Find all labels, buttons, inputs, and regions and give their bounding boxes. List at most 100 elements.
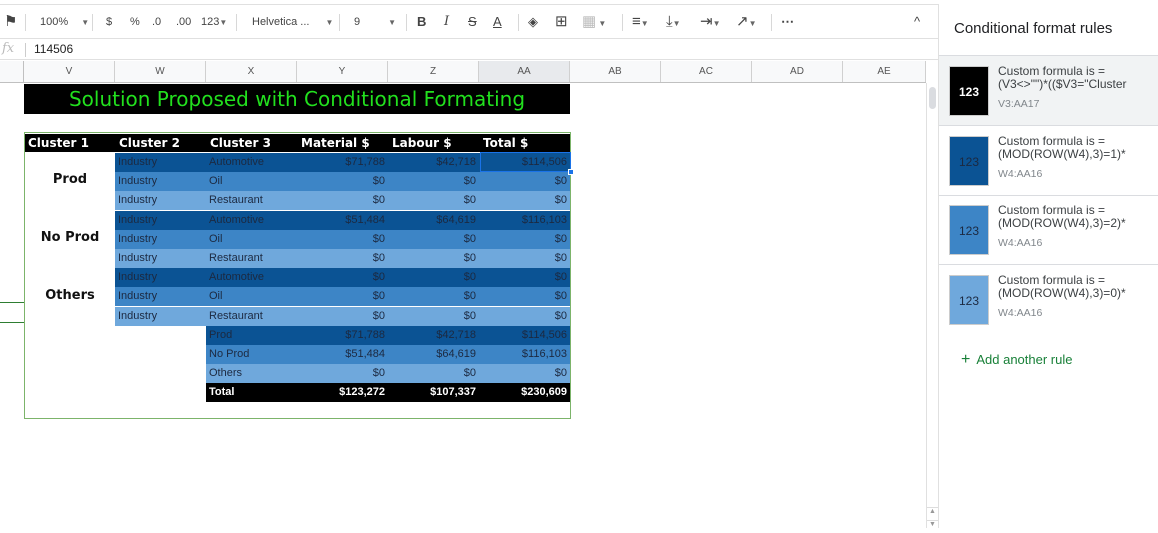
material-cell[interactable]: $71,788 [297,153,388,172]
cluster2-cell[interactable]: Industry [115,172,206,191]
grand-total-cell[interactable]: $230,609 [479,383,570,402]
material-cell[interactable]: $0 [297,191,388,210]
total-cell[interactable]: $0 [479,364,570,383]
cluster2-cell[interactable]: Industry [115,211,206,230]
vertical-scrollbar[interactable]: ▲ ▼ [926,83,938,528]
format-rule[interactable]: 123 Custom formula is = (V3<>"")*(($V3="C… [939,56,1158,125]
total-cell[interactable]: $114,506 [479,326,570,345]
column-header[interactable]: Z [388,61,479,82]
format-rule[interactable]: 123 Custom formula is = (MOD(ROW(W4),3)=1… [939,126,1158,195]
more-options-button[interactable]: ⋯ [781,5,794,39]
collapse-toolbar-button[interactable]: ^ [914,5,920,39]
material-cell[interactable]: $51,484 [297,211,388,230]
labour-cell[interactable]: $0 [388,287,479,306]
material-total-cell[interactable]: $123,272 [297,383,388,402]
strikethrough-button[interactable]: S [468,5,477,39]
paint-format-icon[interactable]: ⚑ [4,5,17,39]
total-cell[interactable]: $116,103 [479,345,570,364]
cluster3-cell[interactable]: Oil [206,230,297,249]
fill-color-icon[interactable]: ◈ [528,5,538,39]
column-header[interactable]: AD [752,61,843,82]
text-rotation-icon[interactable]: ↗▼ [736,5,757,39]
header-cell[interactable]: Cluster 1 [28,134,89,152]
labour-cell[interactable]: $0 [388,307,479,326]
borders-icon[interactable]: ⊞ [555,5,568,39]
cluster2-cell[interactable]: Industry [115,287,206,306]
selected-cell[interactable] [480,152,571,172]
labour-cell[interactable]: $0 [388,172,479,191]
italic-button[interactable]: I [444,5,449,39]
cluster3-cell[interactable]: Automotive [206,211,297,230]
material-cell[interactable]: $0 [297,287,388,306]
formula-input[interactable]: 114506 [34,42,73,56]
vertical-align-icon[interactable]: ⤓▼ [666,5,681,39]
labour-cell[interactable]: $0 [388,249,479,268]
cluster3-cell[interactable]: Oil [206,287,297,306]
cluster2-cell[interactable]: Industry [115,230,206,249]
font-select[interactable]: Helvetica ... ▼ [252,5,333,39]
cluster2-cell[interactable]: Industry [115,191,206,210]
summary-label-cell[interactable]: No Prod [206,345,297,364]
labour-cell[interactable]: $0 [388,191,479,210]
cluster3-cell[interactable]: Oil [206,172,297,191]
scroll-down-icon[interactable]: ▼ [927,520,938,533]
scrollbar-thumb[interactable] [929,87,936,109]
labour-cell[interactable]: $0 [388,364,479,383]
cluster3-cell[interactable]: Restaurant [206,191,297,210]
material-cell[interactable]: $0 [297,268,388,287]
labour-cell[interactable]: $64,619 [388,211,479,230]
format-rule[interactable]: 123 Custom formula is = (MOD(ROW(W4),3)=0… [939,265,1158,334]
horizontal-align-icon[interactable]: ≡▼ [632,5,649,39]
cluster2-cell[interactable]: Industry [115,307,206,326]
group-label[interactable]: Prod [25,172,115,187]
labour-cell[interactable]: $42,718 [388,153,479,172]
font-size-select[interactable]: 9 ▼ [354,5,396,39]
material-cell[interactable]: $0 [297,307,388,326]
bold-button[interactable]: B [417,5,426,39]
format-rule[interactable]: 123 Custom formula is = (MOD(ROW(W4),3)=2… [939,195,1158,264]
column-header[interactable]: Y [297,61,388,82]
total-cell[interactable]: $0 [479,172,570,191]
more-formats-button[interactable]: 123▼ [201,5,227,39]
summary-label-cell[interactable]: Prod [206,326,297,345]
labour-cell[interactable]: $0 [388,268,479,287]
summary-label-cell[interactable]: Others [206,364,297,383]
cluster2-cell[interactable]: Industry [115,249,206,268]
cluster3-cell[interactable]: Automotive [206,268,297,287]
cluster3-cell[interactable]: Automotive [206,153,297,172]
total-cell[interactable]: $0 [479,287,570,306]
add-rule-button[interactable]: + Add another rule [961,351,1072,369]
header-cell[interactable]: Total $ [483,134,528,152]
header-cell[interactable]: Cluster 3 [210,134,271,152]
zoom-select[interactable]: 100% ▼ [40,5,89,39]
labour-cell[interactable]: $0 [388,230,479,249]
labour-cell[interactable]: $42,718 [388,326,479,345]
total-cell[interactable]: $0 [479,191,570,210]
group-label[interactable]: No Prod [25,230,115,245]
cluster2-cell[interactable]: Industry [115,268,206,287]
text-color-button[interactable]: A [493,5,502,39]
material-cell[interactable]: $71,788 [297,326,388,345]
merge-cells-icon[interactable]: ▦ ▼ [582,5,606,39]
total-cell[interactable]: $0 [479,230,570,249]
select-all-corner[interactable] [0,61,24,82]
scroll-up-icon[interactable]: ▲ [927,507,938,520]
header-cell[interactable]: Labour $ [392,134,452,152]
labour-cell[interactable]: $64,619 [388,345,479,364]
text-wrap-icon[interactable]: ⇥▼ [700,5,721,39]
column-header[interactable]: AB [570,61,661,82]
cluster3-cell[interactable]: Restaurant [206,307,297,326]
currency-button[interactable]: $ [106,5,112,39]
column-header[interactable]: AE [843,61,926,82]
percent-button[interactable]: % [130,5,140,39]
material-cell[interactable]: $0 [297,249,388,268]
fill-handle[interactable] [568,169,574,175]
column-header[interactable]: W [115,61,206,82]
material-cell[interactable]: $0 [297,230,388,249]
column-header-selected[interactable]: AA [479,61,570,82]
labour-total-cell[interactable]: $107,337 [388,383,479,402]
material-cell[interactable]: $0 [297,364,388,383]
decrease-decimal-button[interactable]: .0 [152,5,161,39]
total-cell[interactable]: $0 [479,249,570,268]
increase-decimal-button[interactable]: .00 [176,5,191,39]
